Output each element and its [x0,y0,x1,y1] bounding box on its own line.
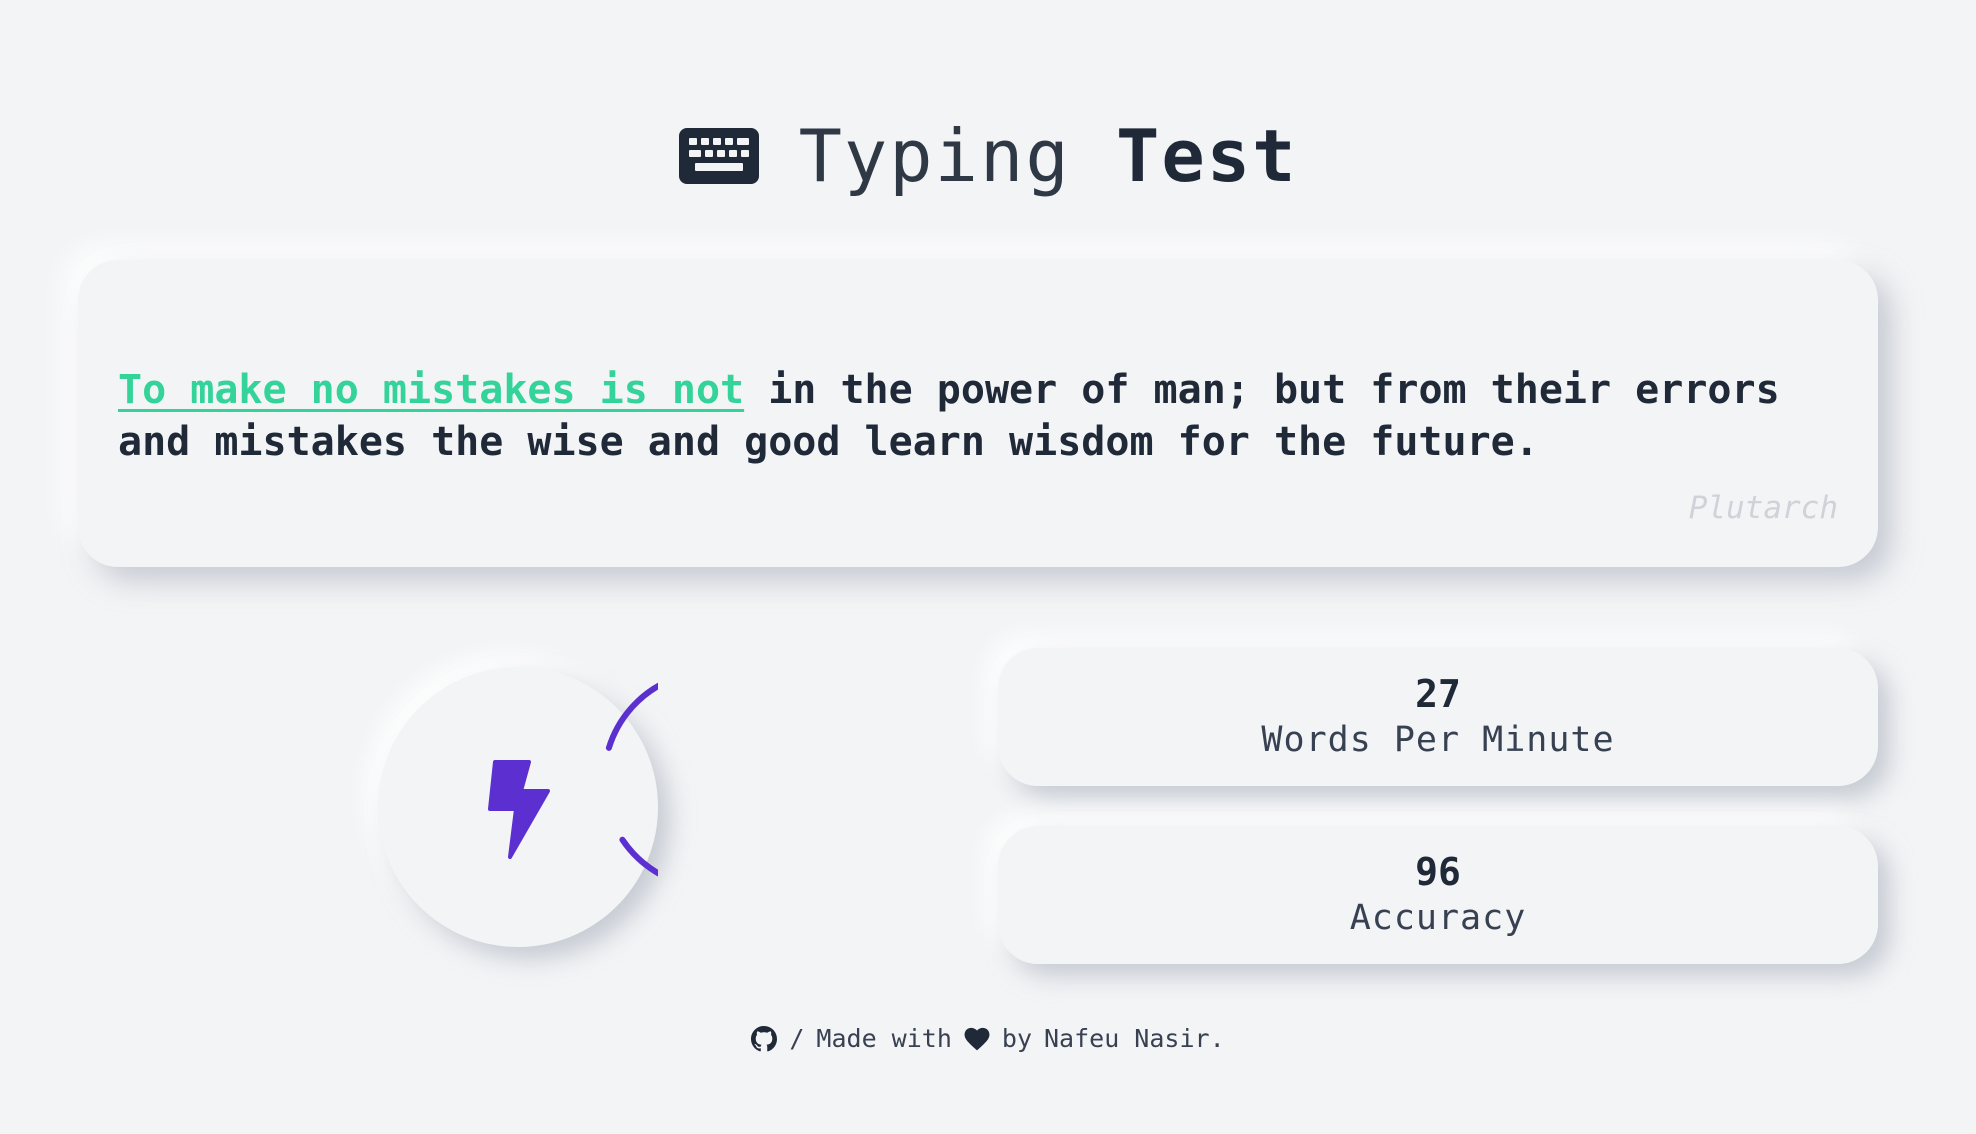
github-link[interactable] [751,1025,778,1052]
page-header: Typing Test [0,108,1976,204]
progress-arc [605,682,658,877]
wpm-label: Words Per Minute [1261,720,1615,760]
github-icon [751,1025,778,1051]
quote-card[interactable]: To make no mistakes is not in the power … [78,260,1878,567]
footer-separator: / [789,1024,805,1053]
quote-author: Plutarch [1688,490,1838,526]
wpm-card: 27 Words Per Minute [998,648,1878,786]
author-link[interactable]: Nafeu Nasir. [1044,1024,1225,1053]
speed-badge [378,667,658,947]
quote-text[interactable]: To make no mistakes is not in the power … [118,364,1858,468]
footer-made-with: Made with [816,1024,952,1053]
title-bold: Test [1116,114,1298,198]
accuracy-card: 96 Accuracy [998,826,1878,964]
accuracy-value: 96 [1415,850,1461,894]
page-title: Typing Test [799,108,1298,204]
typed-text: To make no mistakes is not [118,367,745,413]
progress-ring [488,682,658,877]
wpm-value: 27 [1415,672,1461,716]
lightning-bolt-icon [488,760,550,859]
footer: / Made with by Nafeu Nasir. [0,1024,1976,1053]
title-light: Typing [798,114,1071,198]
keyboard-icon [678,128,759,184]
heart-icon [964,1027,990,1050]
accuracy-label: Accuracy [1349,898,1527,938]
footer-by: by [1001,1024,1032,1053]
